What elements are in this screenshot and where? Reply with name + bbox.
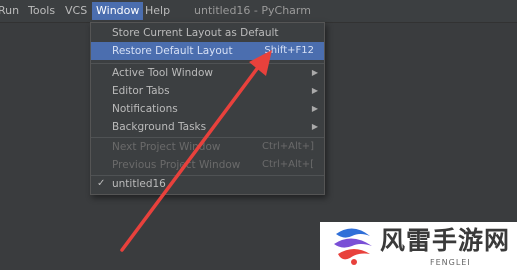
watermark-text-en: FENGLEI bbox=[430, 258, 471, 267]
watermark-text-cn: 风雷手游网 bbox=[380, 226, 511, 255]
watermark-logo: 风雷手游网 FENGLEI bbox=[320, 222, 517, 270]
fenglei-logo-icon bbox=[334, 228, 372, 265]
arrow-shaft bbox=[120, 60, 264, 252]
